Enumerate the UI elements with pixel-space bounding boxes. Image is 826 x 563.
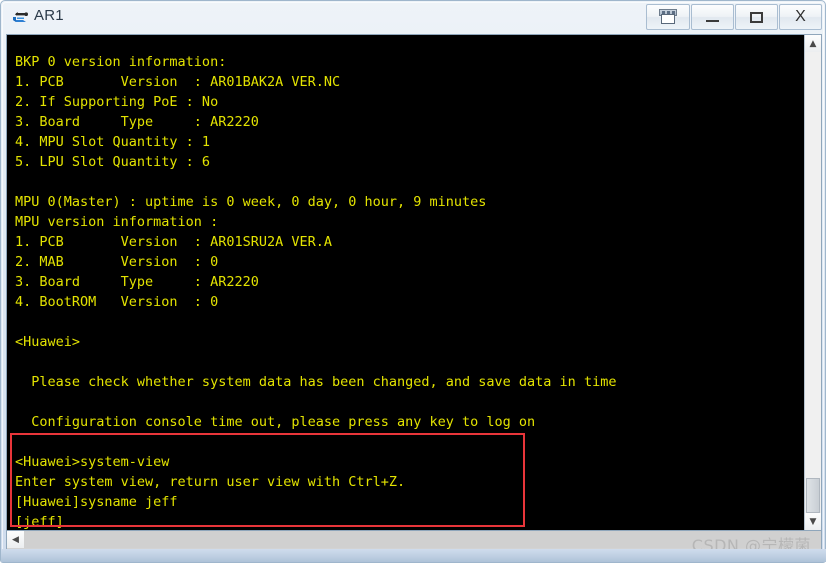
scroll-up-icon[interactable]: ▲ xyxy=(805,35,821,52)
vertical-scrollbar-thumb[interactable] xyxy=(806,478,820,513)
maximize-icon xyxy=(750,11,763,23)
title-bar[interactable]: AR1 X xyxy=(1,1,826,34)
window-restore-icon xyxy=(658,9,678,25)
terminal-client-area: BKP 0 version information: 1. PCB Versio… xyxy=(6,34,822,531)
scroll-down-icon[interactable]: ▼ xyxy=(805,513,821,530)
scroll-left-icon[interactable]: ◀ xyxy=(7,531,24,548)
close-button[interactable]: X xyxy=(779,4,822,30)
close-icon: X xyxy=(795,8,806,25)
window-title: AR1 xyxy=(34,7,64,24)
router-icon xyxy=(10,8,30,28)
minimize-icon xyxy=(706,19,719,22)
maximize-button[interactable] xyxy=(735,4,778,30)
window-bottom-frame xyxy=(1,549,826,562)
terminal-window: AR1 X BKP 0 version information: 1. PCB … xyxy=(0,0,826,563)
terminal-output[interactable]: BKP 0 version information: 1. PCB Versio… xyxy=(7,35,805,530)
terminal-text: BKP 0 version information: 1. PCB Versio… xyxy=(15,53,617,530)
vertical-scrollbar[interactable]: ▲ ▼ xyxy=(804,35,821,530)
window-restore-all-button[interactable] xyxy=(646,4,690,30)
minimize-button[interactable] xyxy=(691,4,734,30)
